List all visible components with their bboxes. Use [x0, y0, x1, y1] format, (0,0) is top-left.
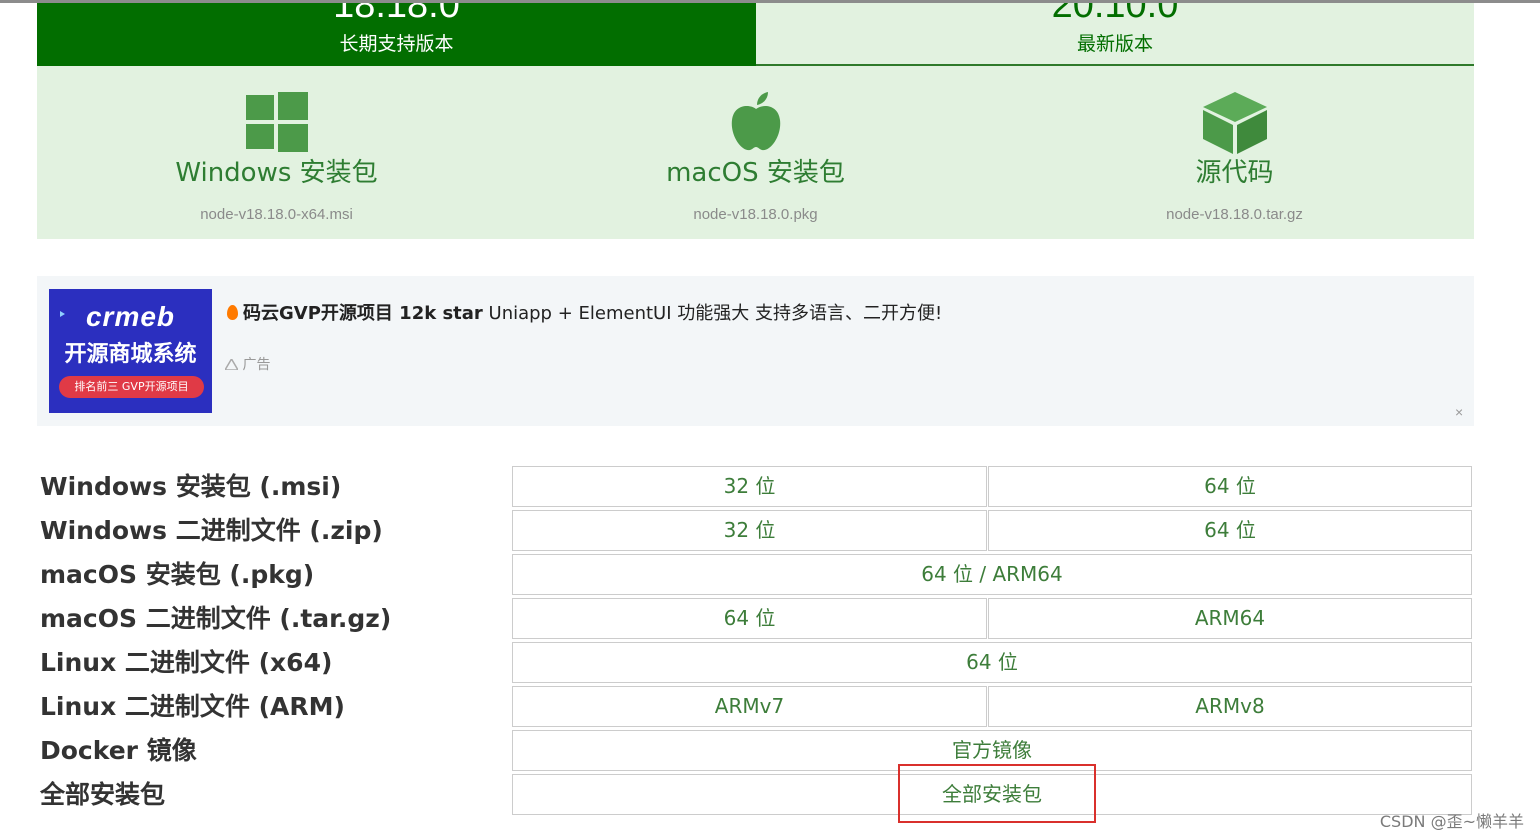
ad-label-text: 广告: [242, 357, 271, 373]
download-link[interactable]: 64 位: [988, 510, 1472, 551]
download-source-file: node-v18.18.0.tar.gz: [1166, 206, 1303, 223]
download-panel: Windows 安装包 node-v18.18.0-x64.msi macOS …: [37, 66, 1474, 239]
download-link[interactable]: 64 位: [512, 642, 1472, 683]
tab-lts-version: 18.18.0: [333, 3, 460, 26]
ad-image-title: 开源商城系统: [64, 342, 197, 367]
row-label: Windows 安装包 (.msi): [40, 472, 342, 501]
row-label: macOS 安装包 (.pkg): [40, 560, 315, 589]
ad-banner: crmeb 开源商城系统 排名前三 GVP开源项目 码云GVP开源项目 12k …: [37, 276, 1474, 426]
download-macos-installer[interactable]: macOS 安装包 node-v18.18.0.pkg: [516, 66, 995, 239]
download-macos-file: node-v18.18.0.pkg: [693, 206, 818, 223]
table-row: macOS 安装包 (.pkg) 64 位 / ARM64: [40, 554, 1472, 595]
download-source-name: 源代码: [1195, 158, 1274, 188]
red-highlight-box: [898, 764, 1096, 823]
ad-headline-rest: Uniapp + ElementUI 功能强大 支持多语言、二开方便!: [482, 303, 943, 324]
download-link[interactable]: 64 位 / ARM64: [512, 554, 1472, 595]
tab-current[interactable]: 20.10.0 最新版本: [756, 3, 1474, 66]
download-windows-name: Windows 安装包: [175, 158, 378, 188]
box-icon: [1202, 92, 1267, 159]
table-row: 全部安装包 全部安装包: [40, 774, 1472, 815]
download-link[interactable]: ARM64: [988, 598, 1472, 639]
download-link[interactable]: ARMv7: [512, 686, 987, 727]
row-label: 全部安装包: [40, 780, 166, 809]
row-label: Linux 二进制文件 (ARM): [40, 692, 345, 721]
download-link[interactable]: 64 位: [988, 466, 1472, 507]
windows-icon: [245, 92, 308, 157]
ad-image[interactable]: crmeb 开源商城系统 排名前三 GVP开源项目: [49, 289, 212, 413]
download-link[interactable]: 64 位: [512, 598, 987, 639]
ad-close-button[interactable]: ×: [1455, 404, 1463, 420]
row-label: Docker 镜像: [40, 736, 197, 765]
download-link[interactable]: 32 位: [512, 510, 987, 551]
table-row: Windows 安装包 (.msi) 32 位 64 位: [40, 466, 1472, 507]
download-link[interactable]: 32 位: [512, 466, 987, 507]
row-label: Linux 二进制文件 (x64): [40, 648, 333, 677]
watermark: CSDN @歪~懒羊羊: [1379, 812, 1524, 831]
table-row: Linux 二进制文件 (x64) 64 位: [40, 642, 1472, 683]
tab-lts[interactable]: 18.18.0 长期支持版本: [37, 3, 756, 66]
table-row: Windows 二进制文件 (.zip) 32 位 64 位: [40, 510, 1472, 551]
ad-label: 广告: [223, 354, 271, 374]
ad-headline-bold: 码云GVP开源项目 12k star: [243, 303, 483, 324]
row-label: macOS 二进制文件 (.tar.gz): [40, 604, 392, 633]
ad-triangle-icon: [223, 357, 242, 373]
table-row: Docker 镜像 官方镜像: [40, 730, 1472, 771]
tab-current-version: 20.10.0: [1051, 3, 1179, 26]
version-tabs: 18.18.0 长期支持版本 20.10.0 最新版本: [37, 3, 1474, 66]
ad-headline[interactable]: 码云GVP开源项目 12k star Uniapp + ElementUI 功能…: [227, 299, 942, 325]
apple-icon: [730, 92, 782, 157]
download-source[interactable]: 源代码 node-v18.18.0.tar.gz: [995, 66, 1474, 239]
download-windows-installer[interactable]: Windows 安装包 node-v18.18.0-x64.msi: [37, 66, 516, 239]
row-label: Windows 二进制文件 (.zip): [40, 516, 383, 545]
tab-current-label: 最新版本: [1076, 33, 1153, 55]
table-row: Linux 二进制文件 (ARM) ARMv7 ARMv8: [40, 686, 1472, 727]
flame-icon: [227, 305, 238, 320]
download-macos-name: macOS 安装包: [666, 158, 845, 188]
download-windows-file: node-v18.18.0-x64.msi: [200, 206, 353, 223]
ad-image-brand: crmeb: [85, 301, 176, 332]
ad-image-tag: 排名前三 GVP开源项目: [59, 376, 204, 398]
tab-lts-label: 长期支持版本: [339, 33, 454, 55]
table-row: macOS 二进制文件 (.tar.gz) 64 位 ARM64: [40, 598, 1472, 639]
download-link[interactable]: ARMv8: [988, 686, 1472, 727]
